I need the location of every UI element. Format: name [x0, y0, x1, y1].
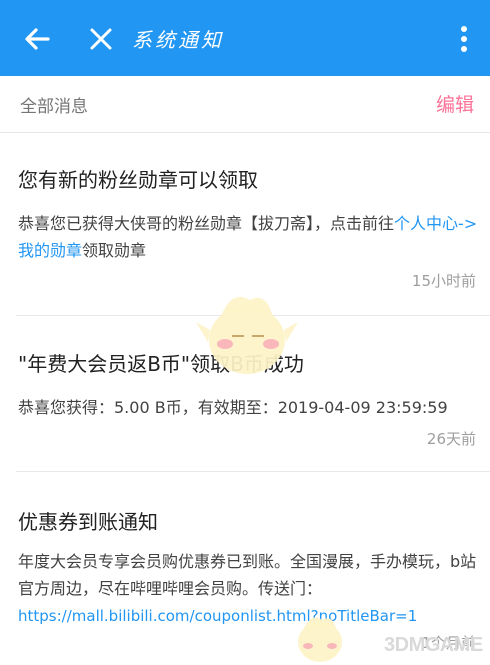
message-body-text: 领取勋章 — [82, 241, 147, 260]
more-button[interactable] — [452, 24, 476, 54]
filter-bar: 全部消息 编辑 — [0, 76, 490, 133]
app-bar: 系统通知 — [0, 0, 490, 76]
coupon-list-link[interactable]: https://mall.bilibili.com/couponlist.htm… — [18, 607, 417, 625]
edit-button[interactable]: 编辑 — [436, 90, 474, 117]
mascot-watermark-icon — [196, 297, 298, 374]
message-time: 26天前 — [426, 430, 476, 448]
message-body: 恭喜您获得：5.00 B币，有效期至：2019-04-09 23:59:59 — [18, 398, 448, 417]
more-vertical-icon — [461, 26, 467, 52]
watermark-text: 3DMGAME — [384, 634, 483, 656]
message-time: 15小时前 — [411, 272, 476, 290]
arrow-left-icon — [25, 28, 50, 50]
filter-all-messages[interactable]: 全部消息 — [20, 92, 88, 117]
message-body: 恭喜您已获得大侠哥的粉丝勋章【拔刀斋】，点击前往个人中心->我的勋章领取勋章 — [18, 210, 478, 264]
message-body: 年度大会员专享会员购优惠券已到账。全国漫展，手办模玩，b站官方周边，尽在哔哩哔哩… — [18, 548, 478, 630]
mascot-watermark-icon — [298, 617, 342, 662]
message-title: 优惠券到账通知 — [18, 510, 158, 534]
message-title: 您有新的粉丝勋章可以领取 — [18, 168, 258, 192]
message-body-text: 恭喜您已获得大侠哥的粉丝勋章【拔刀斋】，点击前往 — [18, 214, 395, 233]
page-title: 系统通知 — [132, 28, 224, 52]
back-button[interactable] — [20, 22, 54, 56]
close-button[interactable] — [84, 22, 118, 56]
close-icon — [90, 28, 112, 50]
message-body-text: 年度大会员专享会员购优惠券已到账。全国漫展，手办模玩，b站官方周边，尽在哔哩哔哩… — [18, 552, 477, 598]
